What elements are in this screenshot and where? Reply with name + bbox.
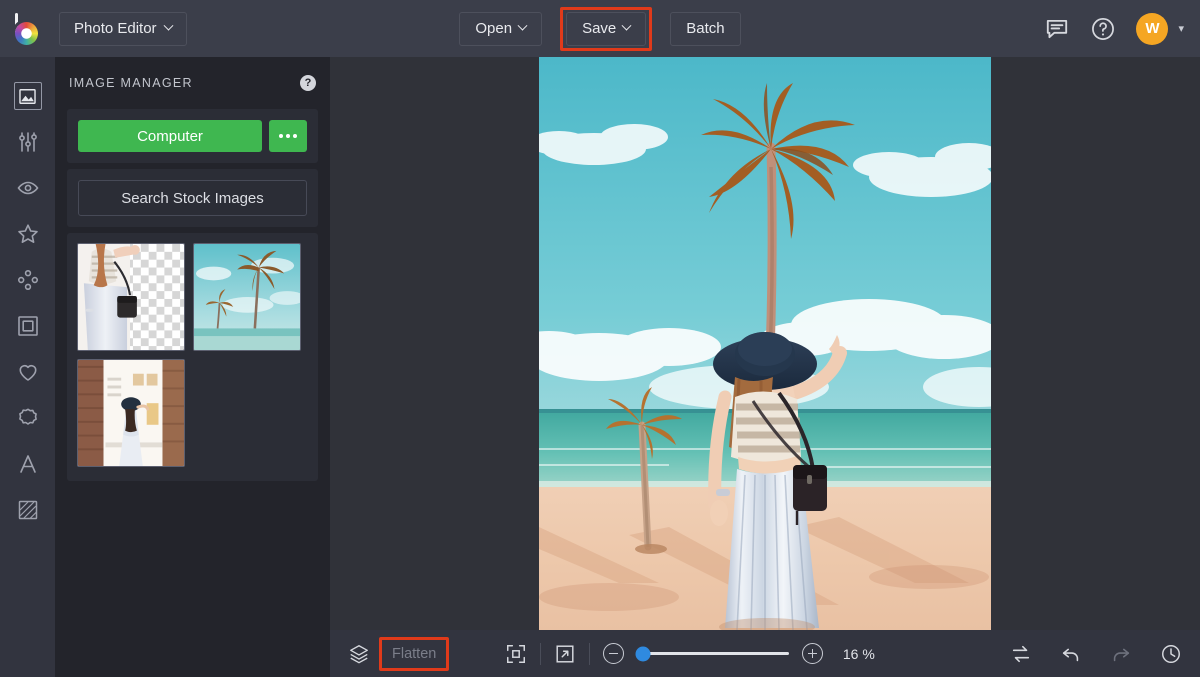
logo-container[interactable]: [0, 13, 55, 45]
ellipsis-icon-dot: [286, 134, 290, 138]
star-icon: [16, 222, 40, 246]
thumbnail-woman-alley: [78, 360, 184, 466]
thumbnail-palm-beach: [194, 244, 300, 350]
sidebar-item-effects[interactable]: [0, 211, 55, 257]
zoom-slider-handle[interactable]: [635, 646, 650, 661]
nodes-icon: [16, 268, 40, 292]
computer-button[interactable]: Computer: [78, 120, 262, 152]
redo-arrow-icon: [1110, 643, 1132, 665]
texture-icon: [16, 498, 40, 522]
toolbar-divider: [589, 643, 590, 665]
help-circle-icon[interactable]: [1090, 16, 1116, 42]
sidebar-item-edit[interactable]: [0, 119, 55, 165]
fit-to-screen-icon: [505, 643, 527, 665]
plus-icon-v: [812, 649, 814, 658]
search-stock-images-button[interactable]: Search Stock Images: [78, 180, 307, 216]
compare-button[interactable]: [1010, 643, 1032, 665]
chat-bubble-icon[interactable]: [1044, 16, 1070, 42]
image-mountain-icon: [18, 87, 37, 106]
sidebar-item-frames[interactable]: [0, 303, 55, 349]
chevron-down-icon: [622, 21, 632, 31]
undo-button[interactable]: [1060, 643, 1082, 665]
badge-icon: [16, 406, 40, 430]
heart-icon: [16, 360, 40, 384]
batch-button[interactable]: Batch: [670, 12, 740, 46]
sliders-icon: [16, 130, 40, 154]
flatten-label: Flatten: [392, 646, 436, 662]
sidebar-item-graphics[interactable]: [0, 395, 55, 441]
zoom-level-value: 16 %: [843, 646, 885, 662]
image-manager-panel: IMAGE MANAGER ? Computer Search Stock Im…: [55, 57, 330, 677]
panel-header: IMAGE MANAGER ?: [67, 57, 318, 109]
app-switcher-label: Photo Editor: [74, 20, 157, 37]
sidebar-item-text[interactable]: [0, 441, 55, 487]
avatar-initial: W: [1145, 20, 1159, 37]
history-controls: [1010, 643, 1182, 665]
layers-icon: [348, 643, 370, 665]
account-chevron-down-icon[interactable]: ▾: [1178, 22, 1184, 35]
zoom-out-button[interactable]: [603, 643, 624, 664]
expand-button[interactable]: [554, 643, 576, 665]
sidebar-item-overlays[interactable]: [0, 349, 55, 395]
zoom-in-button[interactable]: [802, 643, 823, 664]
open-button-label: Open: [475, 20, 512, 37]
thumbnail-item[interactable]: [77, 243, 185, 351]
sidebar-item-touchup[interactable]: [0, 165, 55, 211]
thumbnail-item[interactable]: [193, 243, 301, 351]
help-circle-icon[interactable]: ?: [300, 75, 316, 91]
panel-title: IMAGE MANAGER: [69, 76, 193, 90]
search-stock-images-label: Search Stock Images: [121, 190, 264, 207]
undo-arrow-icon: [1060, 643, 1082, 665]
selected-indicator: [14, 82, 42, 110]
canvas-image[interactable]: [539, 57, 991, 630]
eye-icon: [16, 176, 40, 200]
expand-arrow-icon: [554, 643, 576, 665]
computer-button-label: Computer: [137, 128, 203, 145]
history-button[interactable]: [1160, 643, 1182, 665]
thumbnail-item[interactable]: [77, 359, 185, 467]
sidebar-item-textures[interactable]: [0, 487, 55, 533]
bottom-toolbar: Flatten: [330, 630, 1200, 677]
photo-editor-app: Photo Editor Open Save Batch: [0, 0, 1200, 677]
fit-to-screen-button[interactable]: [505, 643, 527, 665]
flatten-button[interactable]: Flatten: [386, 643, 442, 665]
chevron-down-icon: [518, 21, 528, 31]
frame-icon: [16, 314, 40, 338]
compare-swap-icon: [1010, 643, 1032, 665]
text-a-icon: [16, 452, 40, 476]
canvas-area[interactable]: [330, 57, 1200, 630]
redo-button[interactable]: [1110, 643, 1132, 665]
minus-icon: [609, 653, 618, 655]
batch-button-label: Batch: [686, 20, 724, 37]
app-header: Photo Editor Open Save Batch: [0, 0, 1200, 57]
sidebar-item-artsy[interactable]: [0, 257, 55, 303]
open-button[interactable]: Open: [459, 12, 542, 46]
zoom-slider[interactable]: [637, 652, 789, 655]
ellipsis-icon-dot: [279, 134, 283, 138]
ellipsis-icon-dot: [293, 134, 297, 138]
more-sources-button[interactable]: [269, 120, 307, 152]
upload-source-box: Computer: [67, 109, 318, 163]
befunky-logo[interactable]: [12, 13, 44, 45]
left-toolbar: [0, 57, 55, 677]
chevron-down-icon: [163, 21, 173, 31]
toolbar-divider: [540, 643, 541, 665]
save-button[interactable]: Save: [566, 12, 646, 46]
avatar[interactable]: W: [1136, 13, 1168, 45]
history-clock-icon: [1160, 643, 1182, 665]
zoom-controls: 16 %: [505, 643, 885, 665]
app-switcher-photo-editor[interactable]: Photo Editor: [59, 12, 187, 46]
thumbnail-grid: [67, 233, 318, 481]
stock-search-box: Search Stock Images: [67, 169, 318, 227]
header-right-actions: W ▾: [1044, 0, 1184, 57]
layers-button[interactable]: [348, 643, 370, 665]
logo-color-wheel: [15, 22, 38, 45]
thumbnail-woman-transparent: [78, 244, 184, 350]
save-button-label: Save: [582, 20, 616, 37]
sidebar-item-image[interactable]: [0, 73, 55, 119]
